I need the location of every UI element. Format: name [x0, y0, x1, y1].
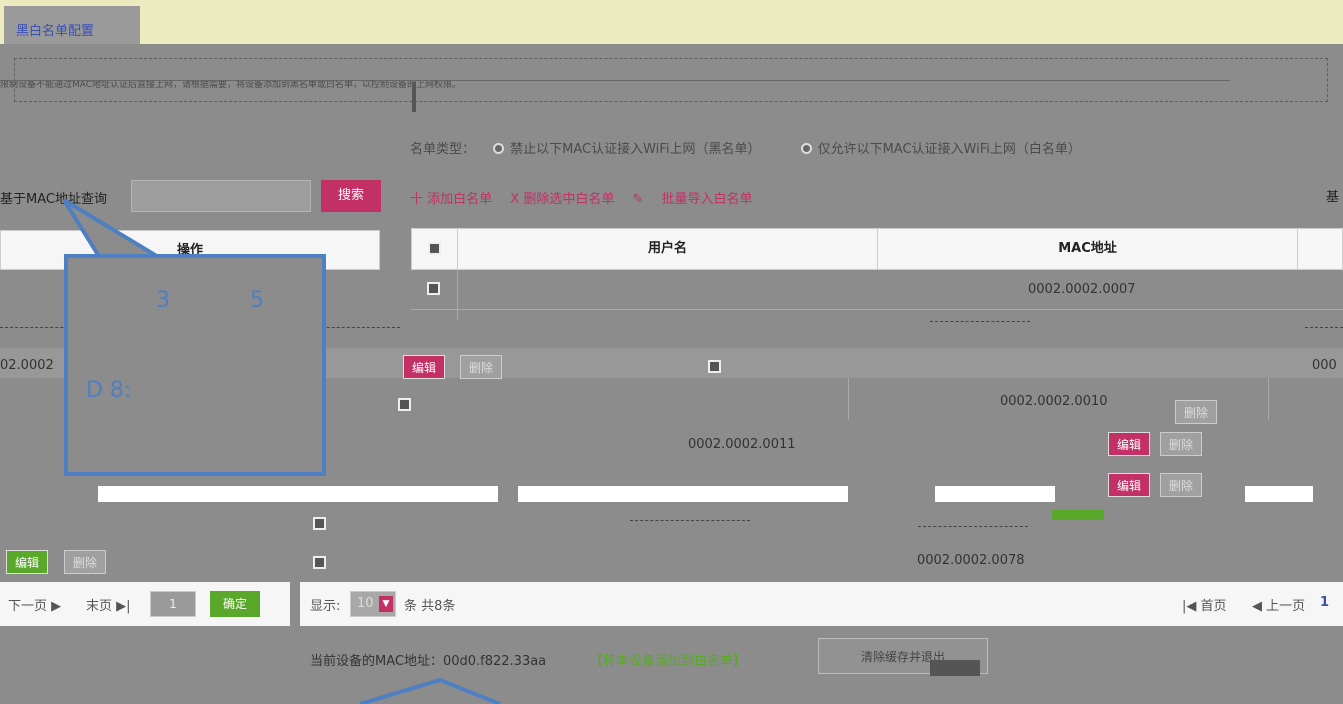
- callout-bottom-pointer: [359, 677, 501, 704]
- callout-number: 5: [250, 288, 264, 313]
- callout-tail: [62, 198, 168, 260]
- callout-label: D 8:: [86, 378, 132, 403]
- callout-number: 3: [156, 288, 170, 313]
- callout-box: 3 5 D 8:: [64, 254, 326, 476]
